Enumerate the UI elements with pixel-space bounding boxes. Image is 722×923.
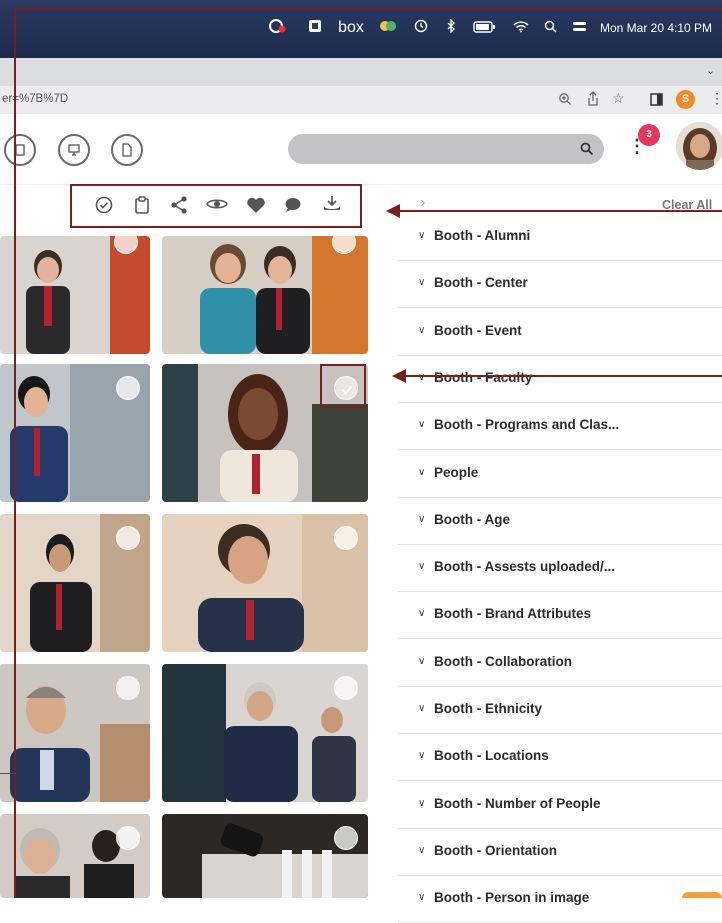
chat-launcher-button[interactable] <box>682 892 722 898</box>
annotation-leader-line <box>0 773 16 774</box>
annotation-arrowhead <box>392 369 406 383</box>
annotation-arrow-check <box>404 375 722 377</box>
annotation-toolbar-box <box>70 184 362 228</box>
annotation-arrowhead <box>386 204 400 218</box>
annotation-arrow-toolbar <box>398 210 722 212</box>
annotation-window-frame <box>14 8 722 898</box>
annotation-selected-check-box <box>320 364 366 408</box>
